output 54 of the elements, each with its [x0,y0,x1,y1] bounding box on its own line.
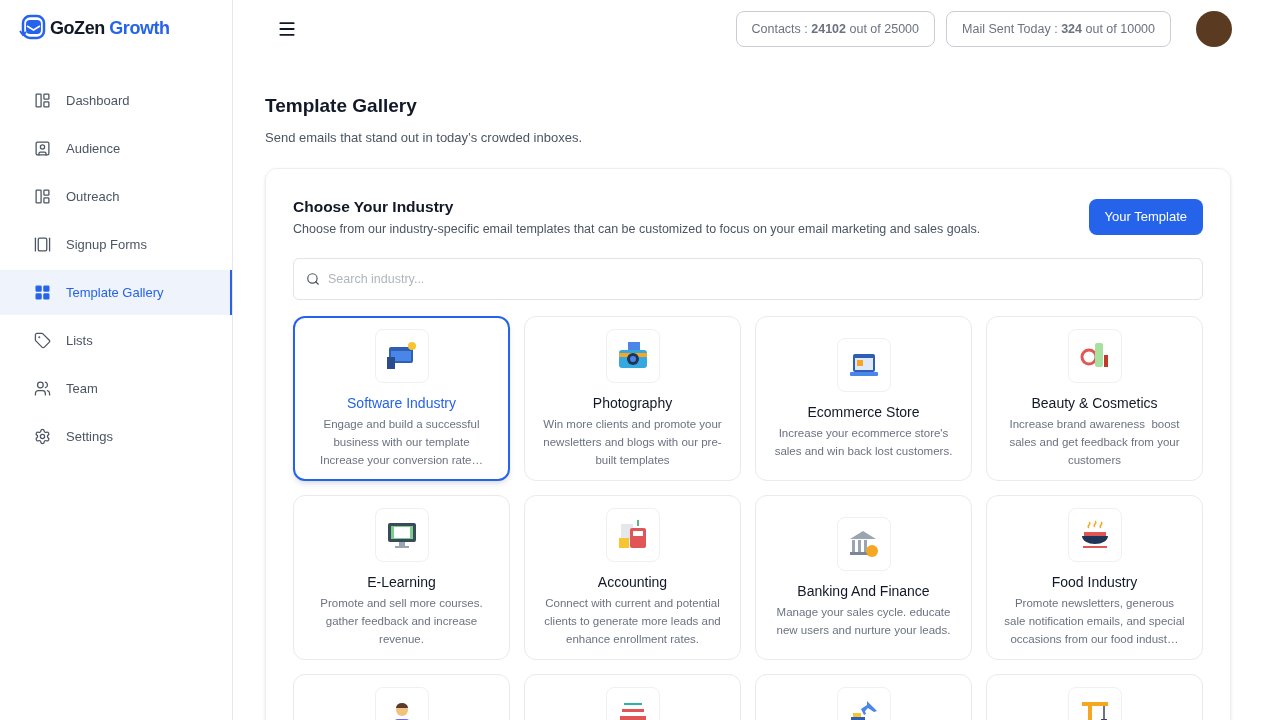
card-description: Promote and sell more courses. gather feedback and increase revenue. [319,595,484,647]
brand-name: GoZen Growth [50,16,170,40]
settings-icon [34,428,51,445]
card-description: Increase brand awareness boost sales and get feedback from your customers [1008,416,1181,468]
card-title: Ecommerce Store [807,402,920,422]
card-title: Beauty & Cosmetics [1031,393,1158,413]
contact-card-icon [34,140,51,157]
tag-icon [34,332,51,349]
sidebar-item[interactable]: Settings [0,414,232,459]
card-title: Accounting [597,572,668,592]
sidebar-item[interactable]: Template Gallery [0,270,232,315]
industry-card[interactable]: Banking And Finance Manage your sales cycle. educate new users and nurture your leads. [755,495,972,661]
usage-counter: Contacts : 24102 out of 25000 [735,11,935,47]
card-description: Engage and build a successful business with our template Increase your conversion rate… [319,416,484,468]
envelope-logo-icon [18,14,46,42]
card-description: Manage your sales cycle. educate new users and nurture your leads. [775,604,952,638]
grid-icon [34,284,51,301]
page-title: Template Gallery [265,94,418,118]
industry-card[interactable]: Photography Win more clients and promote your newsletters and blogs with our pre-built templates [524,316,741,482]
industry-card[interactable]: Software Industry Engage and build a successful business with our template Increase your conversion rate… [293,316,510,482]
search-field[interactable]: Search industry... [293,258,1203,301]
usage-counter: Mail Sent Today : 324 out of 10000 [946,11,1171,47]
industry-card[interactable]: E-Learning Promote and sell more courses. gather feedback and increase revenue. [293,495,510,661]
card-title: E-Learning [367,572,436,592]
sidebar-item[interactable]: Team [0,366,232,411]
search-icon [306,272,320,287]
industry-card[interactable]: Ecommerce Store Increase your ecommerce store's sales and win back lost customers. [755,316,972,482]
card-title: Banking And Finance [797,581,930,601]
card-description: Promote newsletters, generous sale notification emails, and special occasions from our food indust… [1003,595,1186,647]
panel-description: Choose from our industry-specific email templates that can be customized to focus on your email marketing and sales goals. [293,220,981,238]
carousel-icon [34,236,51,253]
panel-title: Choose Your Industry [293,196,455,217]
industry-card[interactable]: Beauty & Cosmetics Increase brand awareness boost sales and get feedback from your customers [986,316,1203,482]
layout-icon [34,188,51,205]
your-template-button[interactable]: Your Template [1088,198,1203,235]
menu-icon [277,19,297,39]
industry-card[interactable]: Accounting Connect with current and potential clients to generate more leads and enhance enrollment rates. [524,495,741,661]
dashboard-icon [34,92,51,109]
card-description: Connect with current and potential clients to generate more leads and enhance enrollment rates. [543,595,722,647]
avatar[interactable] [1196,11,1232,47]
page-subtitle: Send emails that stand out in today’s crowded inboxes. [265,129,583,147]
card-description: Increase your ecommerce store's sales and win back lost customers. [773,425,954,459]
sidebar-item[interactable]: Outreach [0,174,232,219]
sidebar-item[interactable]: Signup Forms [0,222,232,267]
card-title: Software Industry [347,393,456,413]
card-title: Food Industry [1051,572,1138,592]
card-title: Photography [592,393,673,413]
sidebar-item[interactable]: Dashboard [0,78,232,123]
sidebar-item[interactable]: Lists [0,318,232,363]
industry-card[interactable]: Food Industry Promote newsletters, generous sale notification emails, and special occasions from our food indust… [986,495,1203,661]
sidebar-item[interactable]: Audience [0,126,232,171]
industry-card[interactable] [524,674,741,720]
people-icon [34,380,51,397]
card-description: Win more clients and promote your newsletters and blogs with our pre-built templates [542,416,723,468]
